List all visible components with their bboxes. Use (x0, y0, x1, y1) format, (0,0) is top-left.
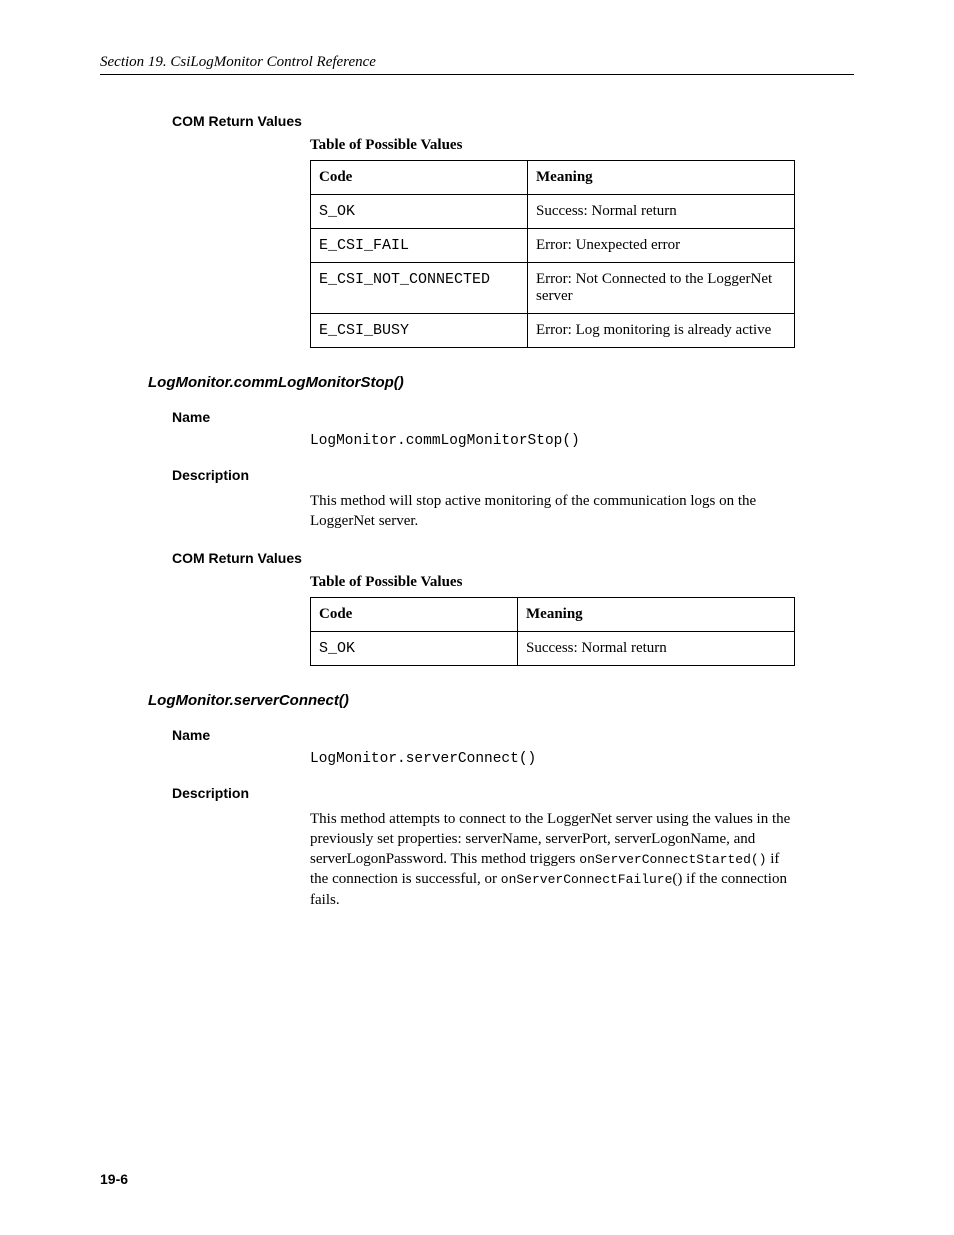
heading-com-return-values-1: COM Return Values (172, 113, 854, 129)
cell-code: E_CSI_FAIL (311, 229, 528, 263)
values-table-2: Code Meaning S_OK Success: Normal return (310, 597, 795, 666)
label-name-1: Name (172, 409, 854, 425)
description-text-2: This method attempts to connect to the L… (310, 809, 800, 910)
cell-meaning: Error: Not Connected to the LoggerNet se… (528, 263, 795, 314)
cell-code: E_CSI_BUSY (311, 314, 528, 348)
table-row: E_CSI_NOT_CONNECTED Error: Not Connected… (311, 263, 795, 314)
cell-code: E_CSI_NOT_CONNECTED (311, 263, 528, 314)
table-caption-2: Table of Possible Values (310, 574, 854, 591)
heading-com-return-values-2: COM Return Values (172, 550, 854, 566)
label-description-1: Description (172, 467, 854, 483)
cell-code: S_OK (311, 631, 518, 665)
cell-meaning: Success: Normal return (518, 631, 795, 665)
cell-meaning: Error: Unexpected error (528, 229, 795, 263)
inline-code-onserverconnectstarted: onServerConnectStarted() (579, 852, 766, 867)
th-meaning-2: Meaning (518, 597, 795, 631)
table-row: E_CSI_BUSY Error: Log monitoring is alre… (311, 314, 795, 348)
label-description-2: Description (172, 785, 854, 801)
table-caption-1: Table of Possible Values (310, 137, 854, 154)
table-row: S_OK Success: Normal return (311, 195, 795, 229)
cell-meaning: Error: Log monitoring is already active (528, 314, 795, 348)
name-value-2: LogMonitor.serverConnect() (310, 751, 854, 767)
values-table-1: Code Meaning S_OK Success: Normal return… (310, 160, 795, 348)
description-text-1: This method will stop active monitoring … (310, 491, 800, 532)
table-row: E_CSI_FAIL Error: Unexpected error (311, 229, 795, 263)
name-value-1: LogMonitor.commLogMonitorStop() (310, 433, 854, 449)
th-code-2: Code (311, 597, 518, 631)
th-code-1: Code (311, 161, 528, 195)
method-heading-commlogmonitorstop: LogMonitor.commLogMonitorStop() (148, 374, 854, 391)
running-header: Section 19. CsiLogMonitor Control Refere… (100, 54, 854, 75)
method-heading-serverconnect: LogMonitor.serverConnect() (148, 692, 854, 709)
label-name-2: Name (172, 727, 854, 743)
cell-meaning: Success: Normal return (528, 195, 795, 229)
table-row: S_OK Success: Normal return (311, 631, 795, 665)
inline-code-onserverconnectfailure: onServerConnectFailure (501, 872, 673, 887)
cell-code: S_OK (311, 195, 528, 229)
th-meaning-1: Meaning (528, 161, 795, 195)
page-number: 19-6 (100, 1171, 128, 1187)
